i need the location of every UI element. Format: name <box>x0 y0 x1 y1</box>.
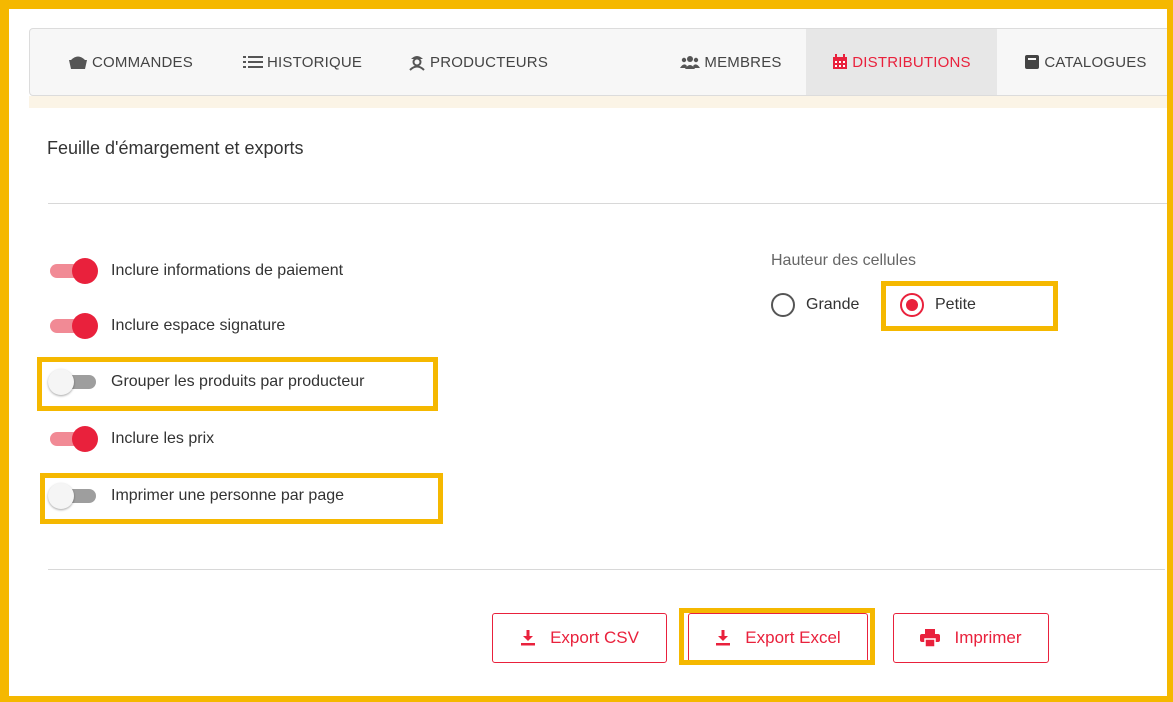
main-nav: COMMANDES HISTORIQUE PRODUCTEURS MEMBRES… <box>29 28 1173 96</box>
radio-label: Grande <box>806 296 860 313</box>
nav-historique-label: HISTORIQUE <box>267 53 363 71</box>
nav-producteurs[interactable]: PRODUCTEURS <box>408 29 548 95</box>
highlight-box-grouper <box>37 357 438 411</box>
export-csv-label: Export CSV <box>550 628 639 647</box>
printer-icon <box>920 629 941 647</box>
nav-distributions[interactable]: DISTRIBUTIONS <box>806 29 997 95</box>
nav-commandes[interactable]: COMMANDES <box>68 29 193 95</box>
radio-option-grande[interactable]: Grande <box>771 293 859 317</box>
option-row-paiement[interactable]: Inclure informations de paiement <box>48 258 343 284</box>
nav-commandes-label: COMMANDES <box>92 53 193 71</box>
nav-distributions-label: DISTRIBUTIONS <box>852 53 971 71</box>
calendar-icon <box>832 54 848 70</box>
radio-button-unchecked[interactable] <box>771 293 795 317</box>
option-row-signature[interactable]: Inclure espace signature <box>48 313 285 339</box>
nav-underline-strip <box>29 96 1173 108</box>
print-label: Imprimer <box>954 628 1022 647</box>
highlight-box-export-excel <box>679 608 875 665</box>
download-icon <box>520 630 536 646</box>
toggle-switch-on[interactable] <box>48 313 98 339</box>
nav-membres-label: MEMBRES <box>704 53 782 71</box>
farmer-icon <box>408 53 426 71</box>
nav-historique[interactable]: HISTORIQUE <box>243 29 362 95</box>
book-icon <box>1024 54 1040 70</box>
cell-height-title: Hauteur des cellules <box>771 252 916 269</box>
panel-title: Feuille d'émargement et exports <box>47 138 304 158</box>
panel-header-divider <box>48 203 1173 204</box>
nav-producteurs-label: PRODUCTEURS <box>430 53 549 71</box>
option-label: Inclure informations de paiement <box>111 262 344 279</box>
highlight-box-petite <box>881 281 1058 331</box>
nav-catalogues-label: CATALOGUES <box>1044 53 1147 71</box>
print-button[interactable]: Imprimer <box>893 613 1049 663</box>
nav-catalogues[interactable]: CATALOGUES <box>997 29 1173 95</box>
nav-membres[interactable]: MEMBRES <box>656 29 806 95</box>
highlight-box-personne <box>40 473 443 524</box>
users-icon <box>680 55 701 69</box>
option-label: Inclure les prix <box>111 430 215 447</box>
export-csv-button[interactable]: Export CSV <box>492 613 667 663</box>
option-row-prix[interactable]: Inclure les prix <box>48 426 214 452</box>
toggle-switch-on[interactable] <box>48 258 98 284</box>
panel-footer-divider <box>48 569 1165 570</box>
basket-icon <box>68 54 88 70</box>
option-label: Inclure espace signature <box>111 317 286 334</box>
list-icon <box>243 54 263 70</box>
toggle-switch-on[interactable] <box>48 426 98 452</box>
